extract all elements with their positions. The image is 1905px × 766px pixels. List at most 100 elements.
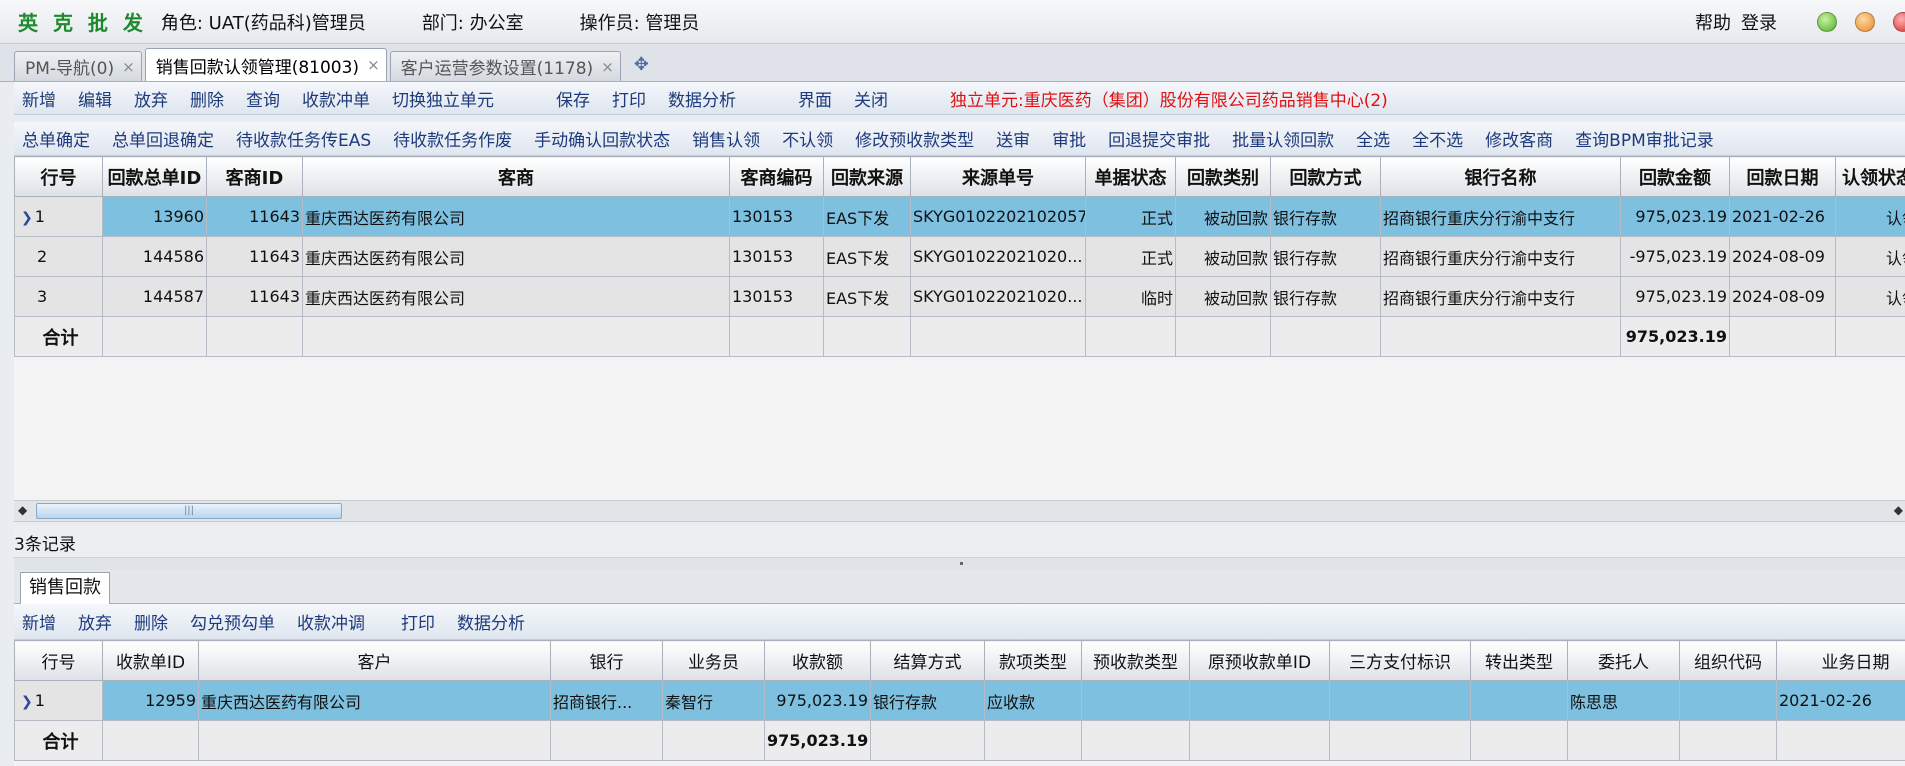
query-button[interactable]: 查询: [246, 86, 280, 111]
table-cell[interactable]: 重庆西达医药有限公司: [302, 196, 730, 237]
table-cell[interactable]: 12959: [102, 680, 199, 721]
table-cell[interactable]: [1081, 680, 1190, 721]
print-button[interactable]: 打印: [612, 86, 646, 111]
add-tab-icon[interactable]: ✥: [634, 54, 649, 75]
horizontal-scrollbar[interactable]: ◆ ||| ◆: [14, 500, 1905, 522]
table-cell[interactable]: 130153: [729, 276, 824, 317]
column-header[interactable]: 转出类型: [1470, 640, 1568, 681]
column-header[interactable]: 行号: [14, 640, 103, 681]
detail-delete-button[interactable]: 删除: [134, 609, 168, 634]
table-cell[interactable]: EAS下发: [823, 276, 911, 317]
column-header[interactable]: 委托人: [1567, 640, 1680, 681]
table-cell[interactable]: 975,023.19: [764, 680, 871, 721]
batch-claim-button[interactable]: 批量认领回款: [1232, 126, 1334, 151]
modify-customer-button[interactable]: 修改客商: [1485, 126, 1553, 151]
save-button[interactable]: 保存: [556, 86, 590, 111]
tab-sales-payment-claim[interactable]: 销售回款认领管理(81003) ×: [144, 48, 387, 81]
column-header[interactable]: 回款总单ID: [102, 156, 207, 197]
close-window-icon[interactable]: [1893, 12, 1905, 32]
interface-button[interactable]: 界面: [798, 86, 832, 111]
help-link[interactable]: 帮助: [1695, 9, 1731, 35]
table-cell[interactable]: 银行存款: [1270, 276, 1381, 317]
rollback-confirm-button[interactable]: 总单回退确定: [112, 126, 214, 151]
tab-pm-navigation[interactable]: PM-导航(0) ×: [14, 51, 142, 81]
column-header[interactable]: 银行: [550, 640, 663, 681]
rollback-approval-button[interactable]: 回退提交审批: [1108, 126, 1210, 151]
table-cell[interactable]: EAS下发: [823, 236, 911, 277]
column-header[interactable]: 组织代码: [1679, 640, 1777, 681]
scroll-left-icon[interactable]: ◆: [18, 503, 27, 517]
table-cell[interactable]: [1470, 680, 1568, 721]
table-cell[interactable]: 招商银行重庆分行渝中支行: [1380, 236, 1621, 277]
column-header[interactable]: 客商: [302, 156, 730, 197]
abandon-button[interactable]: 放弃: [134, 86, 168, 111]
row-number-cell[interactable]: 3: [14, 276, 103, 317]
table-row[interactable]: ❯ 1 12959 重庆西达医药有限公司 招商银行... 秦智行 975,023.…: [14, 680, 1905, 721]
table-cell[interactable]: 重庆西达医药有限公司: [302, 276, 730, 317]
column-header[interactable]: 客户: [198, 640, 551, 681]
column-header[interactable]: 回款日期: [1729, 156, 1836, 197]
query-bpm-button[interactable]: 查询BPM审批记录: [1575, 126, 1714, 151]
tab-sales-payment[interactable]: 销售回款: [20, 572, 110, 604]
pane-splitter[interactable]: [14, 558, 1905, 570]
void-task-button[interactable]: 待收款任务作废: [393, 126, 512, 151]
no-claim-button[interactable]: 不认领: [782, 126, 833, 151]
table-cell[interactable]: 招商银行重庆分行渝中支行: [1380, 196, 1621, 237]
table-cell[interactable]: 认领: [1835, 236, 1905, 277]
table-cell[interactable]: -975,023.19: [1620, 236, 1730, 277]
table-cell[interactable]: 11643: [206, 276, 303, 317]
row-number-cell[interactable]: ❯ 1: [14, 196, 103, 237]
minimize-window-icon[interactable]: [1855, 12, 1875, 32]
submit-review-button[interactable]: 送审: [996, 126, 1030, 151]
table-cell[interactable]: 130153: [729, 196, 824, 237]
table-cell[interactable]: 130153: [729, 236, 824, 277]
column-header[interactable]: 银行名称: [1380, 156, 1621, 197]
sales-claim-button[interactable]: 销售认领: [692, 126, 760, 151]
table-cell[interactable]: SKYG01022021020...: [910, 276, 1086, 317]
table-cell[interactable]: 重庆西达医药有限公司: [198, 680, 551, 721]
payment-offset-button[interactable]: 收款冲单: [302, 86, 370, 111]
table-cell[interactable]: [1189, 680, 1330, 721]
maximize-window-icon[interactable]: [1817, 12, 1837, 32]
manual-confirm-button[interactable]: 手动确认回款状态: [534, 126, 670, 151]
column-header[interactable]: 预收款类型: [1081, 640, 1190, 681]
modify-prepayment-type-button[interactable]: 修改预收款类型: [855, 126, 974, 151]
approve-button[interactable]: 审批: [1052, 126, 1086, 151]
column-header[interactable]: 业务日期: [1776, 640, 1905, 681]
table-cell[interactable]: 975,023.19: [1620, 276, 1730, 317]
edit-button[interactable]: 编辑: [78, 86, 112, 111]
column-header[interactable]: 行号: [14, 156, 103, 197]
table-cell[interactable]: 重庆西达医药有限公司: [302, 236, 730, 277]
detail-abandon-button[interactable]: 放弃: [78, 609, 112, 634]
column-header[interactable]: 三方支付标识: [1329, 640, 1471, 681]
delete-button[interactable]: 删除: [190, 86, 224, 111]
column-header[interactable]: 结算方式: [870, 640, 985, 681]
column-header[interactable]: 回款金额: [1620, 156, 1730, 197]
table-cell[interactable]: 144587: [102, 276, 207, 317]
table-row[interactable]: 3 144587 11643 重庆西达医药有限公司 130153 EAS下发 S…: [14, 276, 1905, 317]
table-cell[interactable]: 被动回款: [1175, 236, 1271, 277]
table-cell[interactable]: 陈思思: [1567, 680, 1680, 721]
column-header[interactable]: 认领状态: [1835, 156, 1905, 197]
match-prematch-button[interactable]: 勾兑预勾单: [190, 609, 275, 634]
column-header[interactable]: 回款类别: [1175, 156, 1271, 197]
column-header[interactable]: 款项类型: [984, 640, 1082, 681]
select-none-button[interactable]: 全不选: [1412, 126, 1463, 151]
scrollbar-thumb[interactable]: |||: [36, 503, 342, 519]
table-cell[interactable]: 银行存款: [1270, 196, 1381, 237]
row-number-cell[interactable]: ❯ 1: [14, 680, 103, 721]
table-cell[interactable]: 认领: [1835, 196, 1905, 237]
close-button[interactable]: 关闭: [854, 86, 888, 111]
table-cell[interactable]: 11643: [206, 196, 303, 237]
table-cell[interactable]: 秦智行: [662, 680, 765, 721]
column-header[interactable]: 原预收款单ID: [1189, 640, 1330, 681]
tab-close-icon[interactable]: ×: [601, 58, 614, 76]
table-row[interactable]: 2 144586 11643 重庆西达医药有限公司 130153 EAS下发 S…: [14, 236, 1905, 277]
table-cell[interactable]: [1329, 680, 1471, 721]
data-analysis-button[interactable]: 数据分析: [668, 86, 736, 111]
table-cell[interactable]: 2024-08-09: [1729, 236, 1836, 277]
table-cell[interactable]: 认领: [1835, 276, 1905, 317]
send-to-eas-button[interactable]: 待收款任务传EAS: [236, 126, 371, 151]
table-cell[interactable]: 应收款: [984, 680, 1082, 721]
table-cell[interactable]: 144586: [102, 236, 207, 277]
